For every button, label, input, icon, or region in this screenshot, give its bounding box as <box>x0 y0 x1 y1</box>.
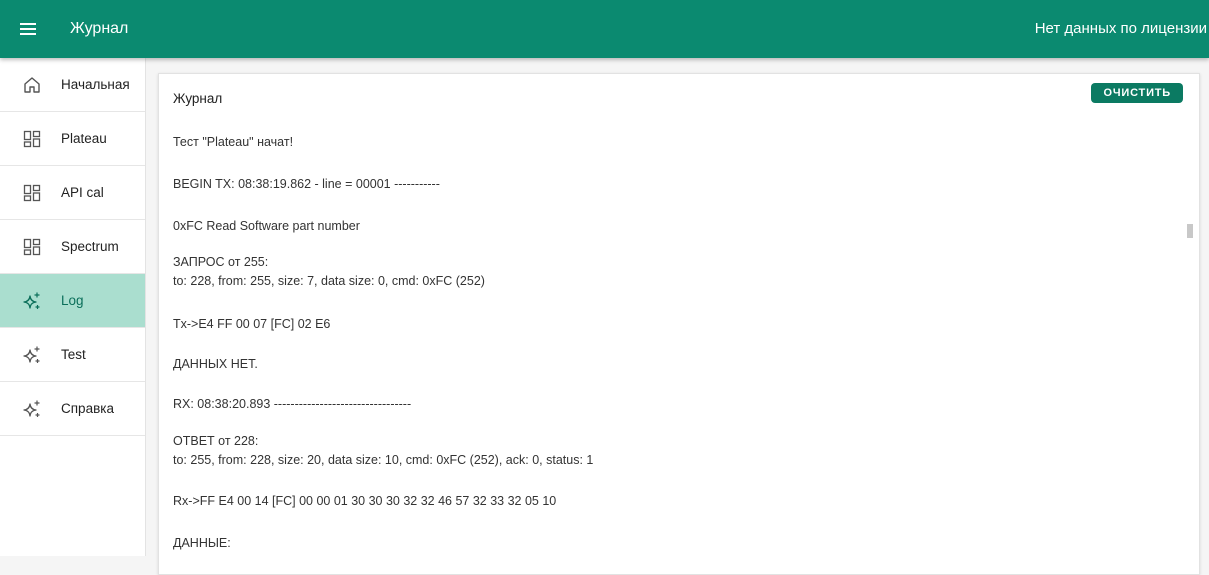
sidebar-item-label: Справка <box>61 401 114 416</box>
log-line: BEGIN TX: 08:38:19.862 - line = 00001 --… <box>173 177 440 191</box>
log-line: ДАННЫЕ: <box>173 536 231 550</box>
sidebar-item-plateau[interactable]: Plateau <box>0 112 145 166</box>
log-line: RX: 08:38:20.893 -----------------------… <box>173 397 412 411</box>
app-bar: Журнал Нет данных по лицензии <box>0 0 1209 58</box>
log-line: Tx->E4 FF 00 07 [FC] 02 E6 <box>173 317 331 331</box>
panel-title: Журнал <box>173 91 223 106</box>
log-line: ОТВЕТ от 228: <box>173 434 259 448</box>
sidebar-item-help[interactable]: Справка <box>0 382 145 436</box>
sidebar-item-label: API cal <box>61 185 104 200</box>
log-line: Rx->FF E4 00 14 [FC] 00 00 01 30 30 30 3… <box>173 494 557 508</box>
log-line: ЗАПРОС от 255: <box>173 255 269 269</box>
log-line: 0xFC Read Software part number <box>173 219 360 233</box>
sparkle-icon <box>22 345 42 365</box>
sidebar-item-spectrum[interactable]: Spectrum <box>0 220 145 274</box>
home-icon <box>22 75 42 95</box>
sidebar-item-log[interactable]: Log <box>0 274 145 328</box>
sidebar-item-api-cal[interactable]: API cal <box>0 166 145 220</box>
log-line: Тест "Plateau" начат! <box>173 135 294 149</box>
app-title: Журнал <box>70 20 129 37</box>
log-line: to: 255, from: 228, size: 20, data size:… <box>173 453 594 467</box>
clear-button[interactable]: ОЧИСТИТЬ <box>1091 83 1183 103</box>
sidebar-item-label: Test <box>61 347 86 362</box>
sidebar-item-test[interactable]: Test <box>0 328 145 382</box>
dashboard-icon <box>22 129 42 149</box>
scrollbar-thumb[interactable] <box>1187 224 1193 238</box>
license-status: Нет данных по лицензии <box>1034 20 1207 37</box>
sidebar-item-label: Plateau <box>61 131 107 146</box>
sparkle-icon <box>22 399 42 419</box>
log-line: ДАННЫХ НЕТ. <box>173 357 258 371</box>
sidebar-item-label: Log <box>61 293 84 308</box>
menu-icon[interactable] <box>18 19 38 39</box>
sidebar-item-home[interactable]: Начальная <box>0 58 145 112</box>
dashboard-icon <box>22 183 42 203</box>
dashboard-icon <box>22 237 42 257</box>
log-line: to: 228, from: 255, size: 7, data size: … <box>173 274 485 288</box>
log-panel: Журнал ОЧИСТИТЬ Тест "Plateau" начат! BE… <box>158 73 1200 575</box>
sidebar-item-label: Spectrum <box>61 239 119 254</box>
sidebar-item-label: Начальная <box>61 77 130 92</box>
sidebar: Начальная Plateau API cal Spectrum Log T… <box>0 58 146 556</box>
sparkle-icon <box>22 291 42 311</box>
